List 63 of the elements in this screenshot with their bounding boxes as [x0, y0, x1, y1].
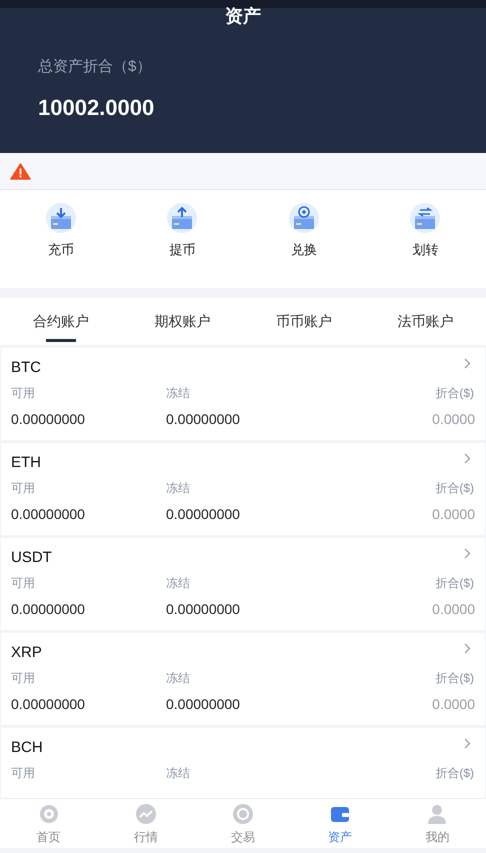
available-amount: 0.00000000: [11, 600, 86, 619]
available-label: 可用: [11, 765, 36, 782]
frozen-label: 冻结: [166, 765, 190, 782]
account-card[interactable]: BTC 可用 冻结 折合($) 0.00000000 0.00000000 0.0000: [1, 348, 485, 440]
chevron-right-icon: [464, 548, 471, 559]
frozen-amount: 0.00000000: [166, 600, 240, 619]
nav-tab[interactable]: 资产: [292, 799, 389, 848]
nav-tab[interactable]: 我的: [388, 799, 486, 848]
chevron-right-icon: [464, 738, 471, 749]
frozen-label: 冻结: [166, 480, 190, 497]
account-card[interactable]: ETH 可用 冻结 折合($) 0.00000000 0.00000000 0.0000: [1, 443, 485, 535]
chevron-right-icon: [464, 358, 471, 369]
nav-tab[interactable]: 行情: [97, 799, 194, 848]
value-amount: 0.0000: [432, 600, 475, 619]
frozen-label: 冻结: [166, 385, 190, 402]
frozen-amount: 0.00000000: [166, 410, 240, 429]
value-label: 折合($): [435, 670, 474, 687]
coin-name: BTC: [11, 358, 41, 378]
warning-icon: [10, 162, 31, 180]
account-tab[interactable]: 法币账户: [364, 298, 486, 345]
available-amount: 0.00000000: [11, 410, 86, 429]
value-label: 折合($): [435, 765, 474, 782]
available-amount: 0.00000000: [11, 695, 86, 714]
wallet-arrows-icon: [409, 202, 442, 234]
page-title: 资产: [224, 6, 262, 26]
value-amount: 0.0000: [432, 695, 475, 714]
value-label: 折合($): [435, 575, 474, 592]
action-button[interactable]: 兑换: [243, 202, 364, 266]
account-card[interactable]: USDT 可用 冻结 折合($) 0.00000000 0.00000000 0.0000: [1, 538, 485, 630]
coin-name: ETH: [11, 453, 41, 473]
total-assets-value: 10002.0000: [38, 94, 156, 122]
frozen-label: 冻结: [166, 575, 190, 592]
available-label: 可用: [11, 575, 36, 592]
frozen-amount: 0.00000000: [166, 505, 240, 524]
action-button[interactable]: 充币: [0, 202, 122, 266]
value-amount: 0.0000: [432, 505, 475, 524]
available-label: 可用: [11, 480, 36, 497]
frozen-label: 冻结: [166, 670, 190, 687]
value-label: 折合($): [435, 385, 474, 402]
exchange-circle-icon: [230, 802, 255, 826]
action-button[interactable]: 提币: [122, 202, 243, 266]
account-tab[interactable]: 合约账户: [0, 298, 122, 345]
total-assets-label: 总资产折合（$）: [38, 57, 152, 77]
wallet-coin-icon: [288, 202, 320, 234]
chevron-right-icon: [464, 643, 471, 654]
value-amount: 0.0000: [432, 410, 475, 429]
frozen-amount: 0.00000000: [166, 695, 240, 714]
nav-tab[interactable]: 交易: [194, 799, 292, 848]
account-card[interactable]: BCH 可用 冻结 折合($): [1, 728, 485, 798]
nav-tab[interactable]: 首页: [0, 799, 98, 848]
account-tab[interactable]: 期权账户: [122, 298, 243, 345]
available-label: 可用: [11, 385, 36, 402]
account-tab[interactable]: 币币账户: [243, 298, 364, 345]
coin-name: BCH: [11, 738, 43, 758]
action-button[interactable]: 划转: [364, 202, 486, 266]
account-card[interactable]: XRP 可用 冻结 折合($) 0.00000000 0.00000000 0.0000: [1, 633, 485, 725]
value-label: 折合($): [435, 480, 474, 497]
coin-name: USDT: [11, 548, 52, 568]
available-label: 可用: [11, 670, 36, 687]
trend-chart-icon: [134, 802, 158, 826]
available-amount: 0.00000000: [11, 505, 86, 524]
chevron-right-icon: [464, 453, 471, 464]
coin-name: XRP: [11, 643, 42, 663]
